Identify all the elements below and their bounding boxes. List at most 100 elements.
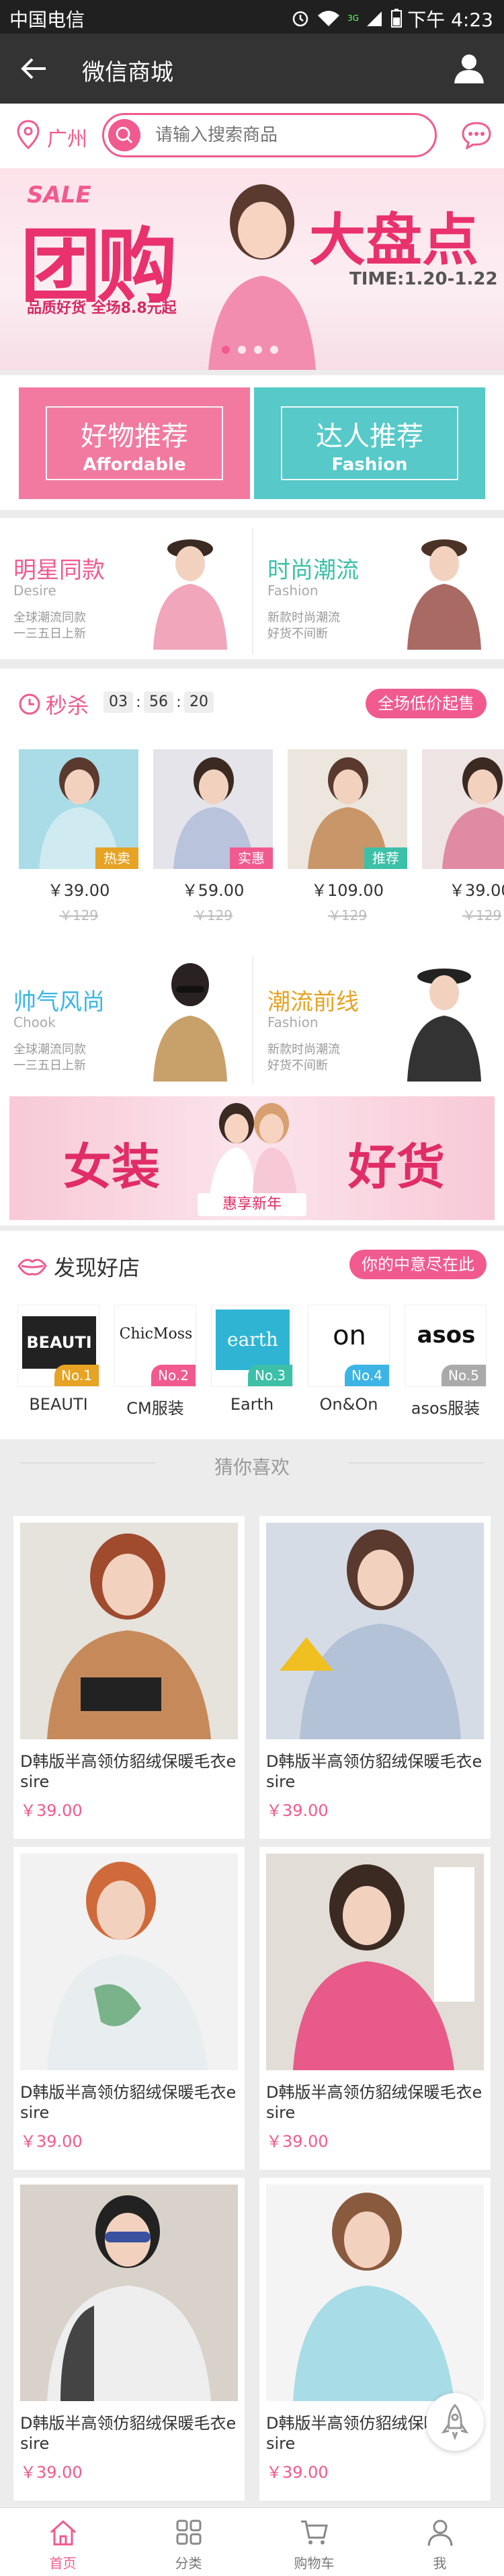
clock-label: 下午 4:23 [407, 9, 493, 31]
shop-item[interactable]: earth No.3 Earth [211, 1305, 293, 1414]
feature-handsome-style[interactable]: 帅气风尚 Chook 全球潮流同款 一三五日上新 [0, 956, 250, 1084]
flash-product-card[interactable]: 热卖 ￥39.00 ￥129 [19, 749, 138, 924]
product-image [266, 1523, 484, 1739]
feature-desc: 一三五日上新 [13, 1059, 86, 1073]
banner-time: TIME:1.20-1.22 [349, 269, 498, 289]
feature-title: 明星同款 [13, 557, 105, 584]
status-bar: 中国电信 3G 下午 4:23 [0, 0, 504, 34]
location-pin-icon[interactable] [16, 120, 40, 149]
tab-category[interactable]: 分类 [126, 2508, 251, 2576]
wifi-icon [318, 11, 340, 26]
product-old-price: ￥129 [58, 907, 99, 923]
product-image: 推荐 [288, 749, 407, 869]
feature-title: 潮流前线 [267, 989, 359, 1016]
message-bubble-icon[interactable] [461, 121, 492, 149]
home-icon [50, 2520, 76, 2546]
shop-rank-badge: No.1 [54, 1365, 99, 1386]
search-icon[interactable] [108, 119, 140, 151]
promo-tile-affordable[interactable]: 好物推荐 Affordable [19, 387, 250, 499]
promo-subtitle: Affordable [83, 455, 186, 475]
tab-label: 我 [433, 2555, 447, 2571]
product-card[interactable]: D韩版半高领仿貂绒保暖毛衣esire ￥39.00 [13, 2178, 245, 2501]
shop-name: asos服装 [411, 1399, 480, 1418]
feature-celebrity-style[interactable]: 明星同款 Desire 全球潮流同款 一三五日上新 [0, 525, 250, 652]
category-grid-icon [176, 2520, 202, 2545]
carrier-label: 中国电信 [9, 9, 85, 31]
countdown-hours: 03 [103, 691, 133, 713]
product-price: ￥39.00 [20, 2463, 83, 2482]
carousel-dot[interactable] [238, 346, 246, 354]
product-image [20, 2185, 238, 2401]
product-card[interactable]: D韩版半高领仿貂绒保暖毛衣esire ￥39.00 [259, 2178, 491, 2501]
product-name: D韩版半高领仿貂绒保暖毛衣esire [20, 2414, 237, 2453]
carousel-dot[interactable] [222, 346, 230, 354]
feature-trend-front[interactable]: 潮流前线 Fashion 新款时尚潮流 好货不间断 [254, 956, 504, 1084]
bottom-tab-bar: 首页 分类 购物车 我 [0, 2507, 504, 2576]
hero-banner[interactable]: SALE 团购 品质好货 全场8.8元起 大盘点 TIME:1.20-1.22 [0, 168, 504, 370]
product-name: D韩版半高领仿貂绒保暖毛衣esire [266, 2083, 482, 2122]
promo-title: 好物推荐 [81, 421, 188, 452]
countdown-minutes: 56 [144, 691, 173, 713]
product-price: ￥39.00 [266, 2132, 329, 2151]
flash-sale-all-button[interactable]: 全场低价起售 [366, 689, 487, 718]
flash-product-card[interactable]: 推荐 ￥109.00 ￥129 [288, 749, 407, 924]
divider [252, 529, 253, 654]
feature-desc: 新款时尚潮流 [267, 611, 340, 625]
location-label[interactable]: 广州 [47, 122, 87, 152]
product-price: ￥39.00 [47, 881, 110, 900]
feature-en: Fashion [267, 582, 319, 599]
tab-cart[interactable]: 购物车 [251, 2508, 377, 2576]
user-icon[interactable] [453, 52, 485, 85]
tab-me[interactable]: 我 [377, 2508, 503, 2576]
shop-logo-text: BEAUTI [22, 1316, 96, 1369]
back-arrow-icon[interactable] [19, 54, 48, 83]
product-card[interactable]: D韩版半高领仿貂绒保暖毛衣esire ￥39.00 [13, 1516, 245, 1839]
shop-item[interactable]: on No.4 On&On [308, 1305, 390, 1414]
status-icons: 3G [291, 8, 403, 28]
search-input[interactable] [155, 123, 424, 147]
shop-logo: ChicMoss No.2 [114, 1305, 196, 1387]
feature-desc: 好货不间断 [267, 1059, 328, 1073]
shop-logo: asos No.5 [405, 1305, 487, 1387]
promo-tile-fashion[interactable]: 达人推荐 Fashion [254, 387, 485, 499]
tab-home[interactable]: 首页 [0, 2508, 126, 2576]
shop-item[interactable]: asos No.5 asos服装 [405, 1305, 487, 1418]
back-to-top-button[interactable] [426, 2393, 484, 2451]
feature-desc: 全球潮流同款 [13, 1043, 86, 1057]
promo-title: 达人推荐 [316, 421, 423, 452]
product-price: ￥39.00 [20, 2132, 83, 2151]
divider [349, 1462, 484, 1464]
app-header: 微信商城 [0, 34, 504, 104]
product-image [20, 1854, 238, 2070]
feature-en: Desire [13, 582, 56, 599]
tab-label: 首页 [49, 2555, 77, 2571]
product-price: ￥39.00 [449, 881, 504, 900]
product-card[interactable]: D韩版半高领仿貂绒保暖毛衣esire ￥39.00 [259, 1847, 491, 2170]
feature-image [407, 539, 481, 650]
product-card[interactable]: D韩版半高领仿貂绒保暖毛衣esire ￥39.00 [13, 1847, 245, 2170]
promo-banner-womens[interactable]: 女装 好货 惠享新年 [0, 1091, 504, 1225]
feature-desc: 新款时尚潮流 [267, 1043, 340, 1057]
shop-rank-badge: No.4 [345, 1365, 389, 1386]
flash-product-card[interactable]: 实惠 ￥59.00 ￥129 [153, 749, 273, 924]
product-tag: 实惠 [230, 847, 273, 869]
guess-header: 猜你喜欢 [0, 1439, 504, 1486]
search-box[interactable] [102, 113, 437, 157]
banner2-right-text: 好货 [347, 1139, 445, 1195]
shop-item[interactable]: BEAUTI No.1 BEAUTI [17, 1305, 99, 1414]
lips-icon [17, 1258, 47, 1276]
feature-fashion-trend[interactable]: 时尚潮流 Fashion 新款时尚潮流 好货不间断 [254, 525, 504, 652]
flash-product-card[interactable]: ￥39.00 ￥129 [422, 749, 504, 924]
shop-item[interactable]: ChicMoss No.2 CM服装 [114, 1305, 196, 1418]
carousel-dot[interactable] [254, 346, 262, 354]
page-title: 微信商城 [82, 59, 173, 86]
promo-section: 好物推荐 Affordable 达人推荐 Fashion [0, 375, 504, 510]
promo-subtitle: Fashion [331, 455, 408, 475]
shops-more-button[interactable]: 你的中意尽在此 [349, 1250, 487, 1279]
network-3g-label: 3G [347, 13, 359, 23]
feature-image [407, 969, 481, 1082]
product-image [266, 1854, 484, 2070]
product-card[interactable]: D韩版半高领仿貂绒保暖毛衣esire ￥39.00 [259, 1516, 491, 1839]
carousel-dot[interactable] [270, 346, 278, 354]
shop-rank-badge: No.3 [248, 1365, 292, 1386]
